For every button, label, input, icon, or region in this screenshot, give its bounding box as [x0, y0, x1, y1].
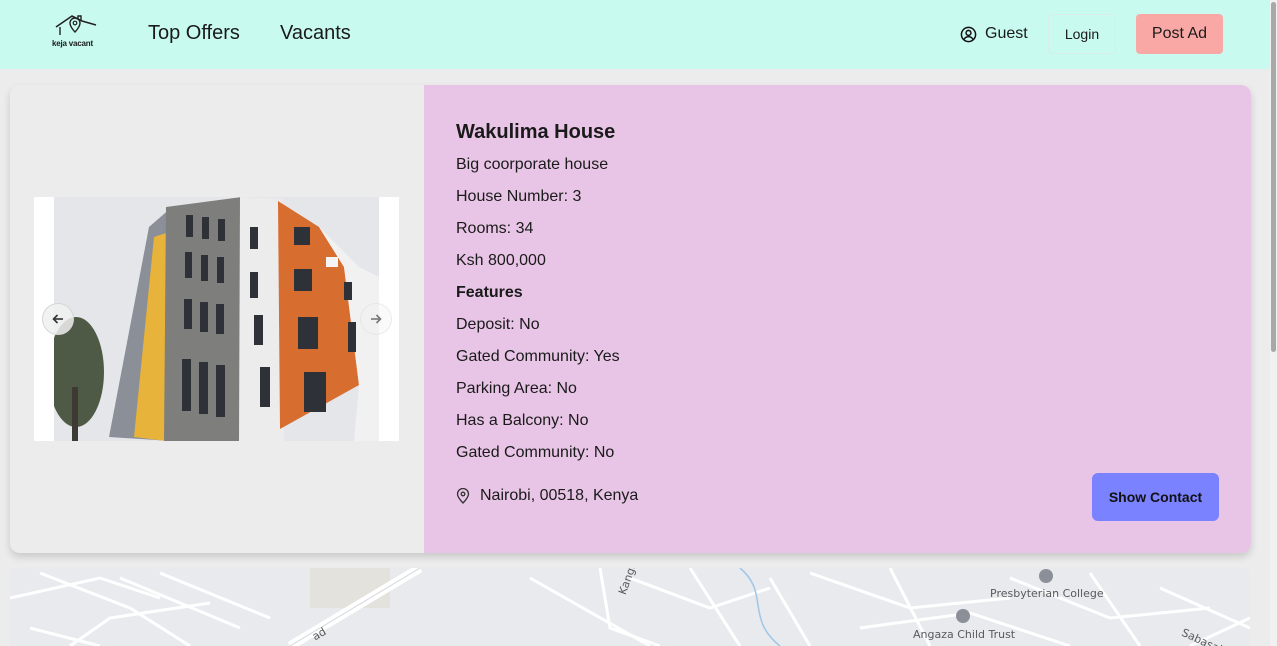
location-map[interactable]: Presbyterian College Angaza Child Trust …	[10, 568, 1250, 646]
feature-item: Parking Area: No	[456, 380, 577, 397]
map-label: Presbyterian College	[990, 587, 1104, 600]
scrollbar-thumb[interactable]	[1271, 2, 1276, 352]
house-photo	[54, 197, 379, 441]
house-number: House Number: 3	[456, 188, 582, 205]
login-button[interactable]: Login	[1048, 14, 1116, 54]
house-pin-logo-icon	[55, 15, 97, 35]
logo[interactable]: keja vacant	[52, 13, 100, 49]
listing-title: Wakulima House	[456, 121, 616, 143]
image-carousel	[34, 197, 399, 441]
location-pin-icon	[456, 488, 470, 504]
arrow-left-icon	[52, 314, 63, 324]
guest-user[interactable]: Guest	[960, 24, 1028, 44]
map-label: Angaza Child Trust	[913, 628, 1016, 641]
show-contact-button[interactable]: Show Contact	[1092, 473, 1219, 521]
guest-label: Guest	[985, 25, 1028, 42]
nav-link-top-offers[interactable]: Top Offers	[148, 22, 240, 45]
listing-card: Wakulima House Big coorporate house Hous…	[10, 85, 1251, 553]
feature-item: Gated Community: Yes	[456, 348, 620, 365]
features-heading: Features	[456, 284, 523, 301]
nav-link-vacants[interactable]: Vacants	[280, 22, 351, 45]
feature-item: Has a Balcony: No	[456, 412, 589, 429]
user-circle-icon	[960, 26, 977, 42]
carousel-prev-button[interactable]	[42, 303, 74, 335]
location-text: Nairobi, 00518, Kenya	[480, 487, 639, 504]
listing-description: Big coorporate house	[456, 156, 609, 173]
listing-details: Wakulima House Big coorporate house Hous…	[424, 85, 1251, 553]
logo-text: keja vacant	[52, 39, 93, 48]
rooms-count: Rooms: 34	[456, 220, 534, 237]
listing-location: Nairobi, 00518, Kenya	[456, 487, 638, 505]
price: Ksh 800,000	[456, 252, 546, 269]
feature-item: Gated Community: No	[456, 444, 615, 461]
carousel-next-button[interactable]	[360, 303, 392, 335]
top-navbar: keja vacant Top Offers Vacants Guest Log…	[0, 0, 1277, 69]
post-ad-button[interactable]: Post Ad	[1136, 14, 1223, 54]
feature-item: Deposit: No	[456, 316, 540, 333]
arrow-right-icon	[371, 314, 382, 324]
